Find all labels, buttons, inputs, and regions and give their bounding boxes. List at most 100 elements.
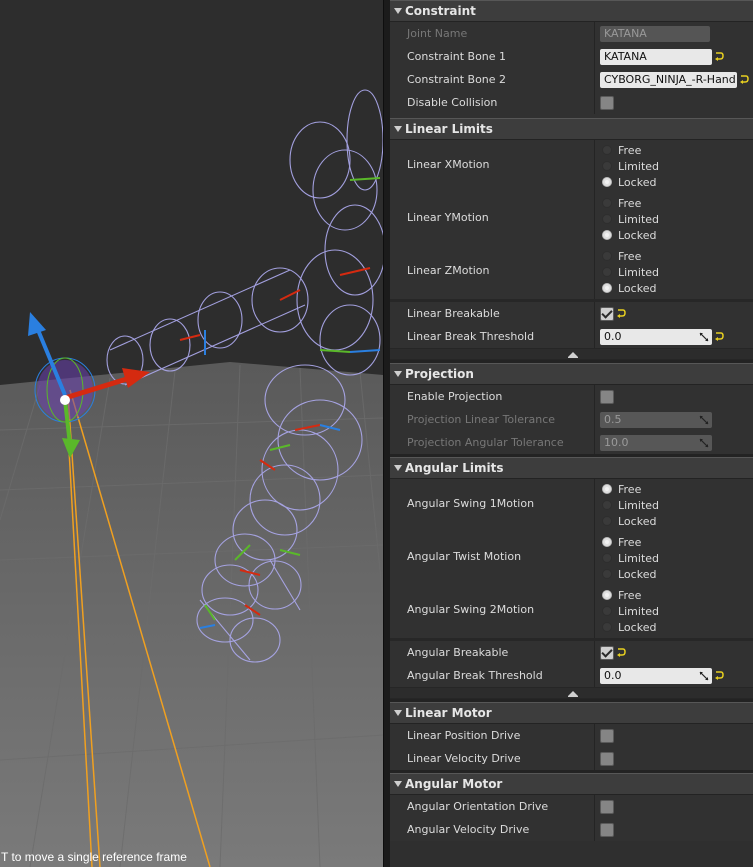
radio-button[interactable] <box>602 145 612 155</box>
reset-arrow-icon[interactable] <box>617 309 626 318</box>
column-divider[interactable] <box>594 140 595 193</box>
column-divider[interactable] <box>594 724 595 747</box>
enable-projection-checkbox[interactable] <box>600 389 614 404</box>
column-divider[interactable] <box>594 302 595 325</box>
column-divider[interactable] <box>594 641 595 664</box>
reset-arrow-icon[interactable] <box>617 648 626 657</box>
angular-break-threshold-field[interactable]: 0.0 <box>600 667 712 684</box>
column-divider[interactable] <box>594 431 595 454</box>
panel-splitter[interactable] <box>383 0 390 867</box>
linear-x-limited-option[interactable]: Limited <box>602 158 659 174</box>
linear-position-drive-checkbox[interactable] <box>600 728 614 743</box>
radio-button-selected[interactable] <box>602 177 612 187</box>
twist-free-option[interactable]: Free <box>602 534 641 550</box>
radio-button[interactable] <box>602 251 612 261</box>
field-value: 10.0 <box>604 435 629 449</box>
radio-button[interactable] <box>602 553 612 563</box>
radio-button-selected[interactable] <box>602 590 612 600</box>
column-divider[interactable] <box>594 408 595 431</box>
linear-breakable-checkbox[interactable] <box>600 306 614 321</box>
swing1-limited-option[interactable]: Limited <box>602 497 659 513</box>
angular-orientation-drive-checkbox[interactable] <box>600 799 614 814</box>
linear-break-threshold-field[interactable]: 0.0 <box>600 328 712 345</box>
column-divider[interactable] <box>594 246 595 299</box>
column-divider[interactable] <box>594 193 595 246</box>
category-linear-motor[interactable]: Linear Motor <box>390 702 753 724</box>
category-constraint[interactable]: Constraint <box>390 0 753 22</box>
swing1-free-option[interactable]: Free <box>602 481 641 497</box>
row-disable-collision: Disable Collision <box>390 91 753 114</box>
radio-button[interactable] <box>602 500 612 510</box>
radio-button[interactable] <box>602 516 612 526</box>
radio-button[interactable] <box>602 267 612 277</box>
disable-collision-checkbox[interactable] <box>600 95 614 110</box>
column-divider[interactable] <box>594 532 595 585</box>
radio-button[interactable] <box>602 161 612 171</box>
linear-y-free-option[interactable]: Free <box>602 195 641 211</box>
column-divider[interactable] <box>594 795 595 818</box>
angular-breakable-checkbox[interactable] <box>600 645 614 660</box>
twist-limited-option[interactable]: Limited <box>602 550 659 566</box>
category-projection[interactable]: Projection <box>390 363 753 385</box>
column-divider[interactable] <box>594 585 595 638</box>
reset-arrow-icon[interactable] <box>740 75 749 84</box>
angular-swing2-label: Angular Swing 2Motion <box>407 603 535 616</box>
reset-arrow-icon[interactable] <box>715 52 724 61</box>
twist-locked-option[interactable]: Locked <box>602 566 656 582</box>
radio-button[interactable] <box>602 198 612 208</box>
radio-button-selected[interactable] <box>602 484 612 494</box>
linear-x-free-option[interactable]: Free <box>602 142 641 158</box>
linear-velocity-drive-checkbox[interactable] <box>600 751 614 766</box>
option-label: Locked <box>618 281 657 295</box>
linear-z-limited-option[interactable]: Limited <box>602 264 659 280</box>
reset-arrow-icon[interactable] <box>715 332 724 341</box>
column-divider[interactable] <box>594 818 595 841</box>
column-divider[interactable] <box>594 747 595 770</box>
option-label: Limited <box>618 551 660 565</box>
linear-y-limited-option[interactable]: Limited <box>602 211 659 227</box>
viewport-hint-text: T to move a single reference frame <box>1 850 187 864</box>
option-label: Locked <box>618 175 657 189</box>
swing2-locked-option[interactable]: Locked <box>602 619 656 635</box>
radio-button-selected[interactable] <box>602 283 612 293</box>
scene-render <box>0 0 383 867</box>
column-divider[interactable] <box>594 664 595 687</box>
column-divider[interactable] <box>594 45 595 68</box>
column-divider[interactable] <box>594 479 595 532</box>
swing2-free-option[interactable]: Free <box>602 587 641 603</box>
linear-y-locked-option[interactable]: Locked <box>602 227 656 243</box>
category-angular-limits[interactable]: Angular Limits <box>390 457 753 479</box>
column-divider[interactable] <box>594 91 595 114</box>
linear-z-locked-option[interactable]: Locked <box>602 280 656 296</box>
category-angular-motor[interactable]: Angular Motor <box>390 773 753 795</box>
column-divider[interactable] <box>594 68 595 91</box>
advanced-collapse-toggle[interactable] <box>390 687 753 699</box>
viewport-3d[interactable]: T to move a single reference frame <box>0 0 383 867</box>
swing2-limited-option[interactable]: Limited <box>602 603 659 619</box>
expand-arrows-icon[interactable] <box>699 332 709 342</box>
category-linear-limits[interactable]: Linear Limits <box>390 118 753 140</box>
column-divider[interactable] <box>594 325 595 348</box>
bone2-field[interactable]: CYBORG_NINJA_-R-Hand <box>600 71 737 88</box>
projection-linear-tolerance-label: Projection Linear Tolerance <box>407 413 556 426</box>
linear-x-locked-option[interactable]: Locked <box>602 174 656 190</box>
radio-button-selected[interactable] <box>602 537 612 547</box>
column-divider[interactable] <box>594 22 595 45</box>
radio-button-selected[interactable] <box>602 230 612 240</box>
expand-arrows-icon <box>699 415 709 424</box>
option-label: Free <box>618 143 642 157</box>
radio-button[interactable] <box>602 606 612 616</box>
advanced-collapse-toggle[interactable] <box>390 348 753 360</box>
field-value: 0.5 <box>604 412 622 426</box>
radio-button[interactable] <box>602 622 612 632</box>
radio-button[interactable] <box>602 569 612 579</box>
swing1-locked-option[interactable]: Locked <box>602 513 656 529</box>
reset-arrow-icon[interactable] <box>715 671 724 680</box>
radio-button[interactable] <box>602 214 612 224</box>
expand-arrows-icon[interactable] <box>699 671 709 681</box>
angular-velocity-drive-checkbox[interactable] <box>600 822 614 837</box>
column-divider[interactable] <box>594 385 595 408</box>
bone1-field[interactable]: KATANA <box>600 48 712 65</box>
projection-rows: Enable Projection Projection Linear Tole… <box>390 385 753 454</box>
linear-z-free-option[interactable]: Free <box>602 248 641 264</box>
